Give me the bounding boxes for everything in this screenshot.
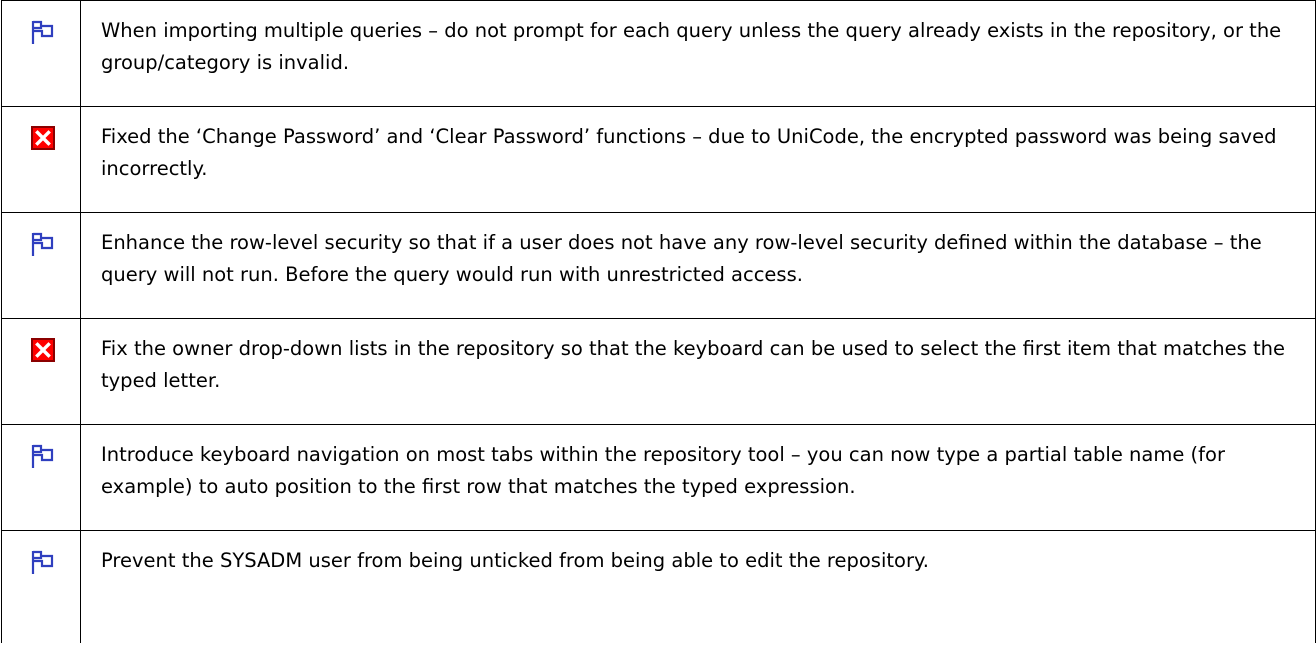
row-text: When importing multiple queries – do not…: [101, 19, 1282, 74]
red-cross-icon: [30, 125, 56, 151]
row-text: Fix the owner drop-down lists in the rep…: [101, 337, 1286, 392]
row-text: Enhance the row-level security so that i…: [101, 231, 1262, 286]
row-text: Fixed the ‘Change Password’ and ‘Clear P…: [101, 125, 1277, 180]
flag-icon: [30, 549, 56, 575]
row-text: Introduce keyboard navigation on most ta…: [101, 443, 1225, 498]
icon-cell: [2, 319, 81, 424]
table-row: Prevent the SYSADM user from being untic…: [2, 531, 1315, 643]
flag-icon: [30, 443, 56, 469]
icon-cell: [2, 1, 81, 106]
table-row: Enhance the row-level security so that i…: [2, 213, 1315, 319]
red-cross-icon: [30, 337, 56, 363]
icon-cell: [2, 107, 81, 212]
row-text: Prevent the SYSADM user from being untic…: [101, 549, 929, 572]
table-row: Fixed the ‘Change Password’ and ‘Clear P…: [2, 107, 1315, 213]
table-row: When importing multiple queries – do not…: [2, 1, 1315, 107]
icon-cell: [2, 425, 81, 530]
flag-icon: [30, 231, 56, 257]
release-notes-table: When importing multiple queries – do not…: [1, 0, 1316, 643]
table-row: Fix the owner drop-down lists in the rep…: [2, 319, 1315, 425]
table-row: Introduce keyboard navigation on most ta…: [2, 425, 1315, 531]
icon-cell: [2, 213, 81, 318]
icon-cell: [2, 531, 81, 643]
flag-icon: [30, 19, 56, 45]
